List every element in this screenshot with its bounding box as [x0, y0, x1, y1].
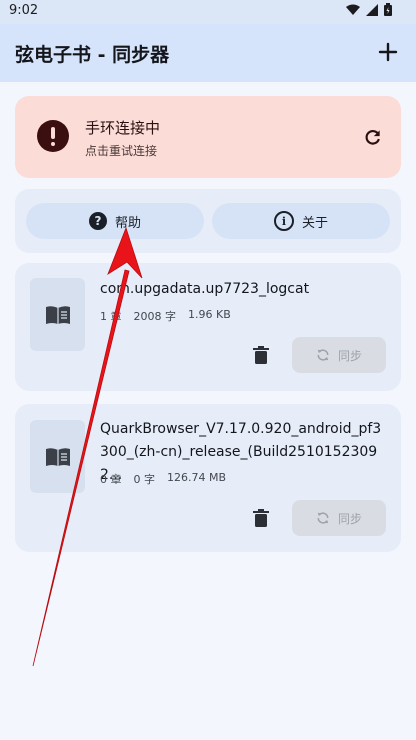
connection-subtitle: 点击重试连接 [85, 144, 158, 158]
help-button[interactable]: ? 帮助 [26, 203, 204, 239]
chapter-count: 1 章 [100, 310, 122, 323]
app-bar: 弦电子书 - 同步器 [0, 24, 416, 82]
signal-icon [366, 3, 378, 16]
book-cover [30, 278, 85, 351]
app-title: 弦电子书 - 同步器 [15, 44, 170, 66]
book-cover [30, 420, 85, 493]
connection-card[interactable]: 手环连接中 点击重试连接 [15, 96, 401, 178]
connection-title: 手环连接中 [85, 119, 161, 137]
refresh-icon[interactable] [363, 127, 383, 147]
file-size: 126.74 MB [167, 471, 227, 484]
tab-bar: ? 帮助 i 关于 [15, 189, 401, 253]
book-title: com.upgadata.up7723_logcat [100, 281, 310, 297]
file-size: 1.96 KB [188, 308, 231, 321]
about-button[interactable]: i 关于 [212, 203, 390, 239]
book-item[interactable]: com.upgadata.up7723_logcat 1 章 2008 字 1.… [15, 263, 401, 391]
delete-icon[interactable] [253, 509, 269, 527]
status-icons [346, 3, 392, 16]
help-icon: ? [88, 212, 107, 230]
status-time: 9:02 [9, 3, 39, 18]
chapter-count: 0 章 [100, 473, 122, 486]
help-label: 帮助 [114, 215, 141, 231]
sync-button[interactable]: 同步 [292, 337, 386, 373]
about-label: 关于 [301, 215, 328, 231]
sync-label: 同步 [337, 348, 362, 363]
battery-icon [384, 3, 392, 16]
plus-icon[interactable] [376, 40, 400, 64]
word-count: 2008 字 [133, 310, 177, 323]
word-count: 0 字 [133, 473, 156, 486]
book-icon [45, 305, 70, 324]
wifi-icon [346, 4, 360, 15]
book-meta: 1 章 2008 字 1.96 KB [100, 308, 231, 324]
sync-icon [317, 512, 329, 524]
error-icon [37, 120, 69, 152]
info-icon: i [273, 211, 294, 231]
delete-icon[interactable] [253, 346, 269, 364]
book-meta: 0 章 0 字 126.74 MB [100, 471, 226, 487]
sync-icon [317, 349, 329, 361]
status-bar: 9:02 [0, 0, 416, 24]
sync-button[interactable]: 同步 [292, 500, 386, 536]
book-icon [45, 447, 70, 466]
book-item[interactable]: QuarkBrowser_V7.17.0.920_android_pf3300_… [15, 404, 401, 552]
sync-label: 同步 [337, 511, 362, 526]
